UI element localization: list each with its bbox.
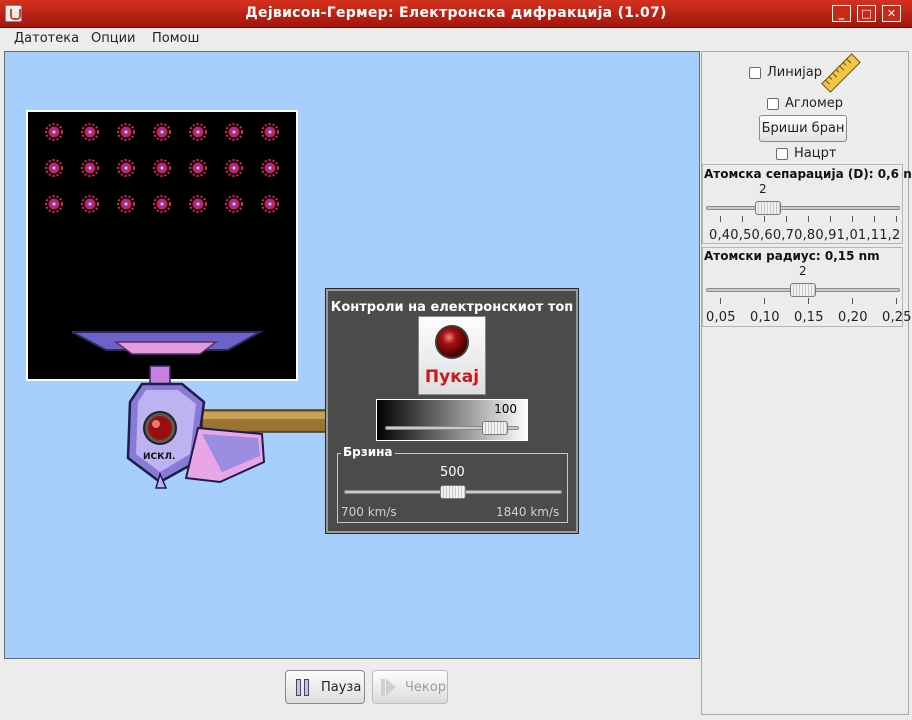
ruler-icon xyxy=(821,53,861,93)
atomic-radius-tick-label: 0,15 xyxy=(794,310,824,325)
atom xyxy=(81,195,99,213)
atomic-radius-tick xyxy=(852,298,853,304)
electron-gun xyxy=(126,365,327,489)
atom xyxy=(189,195,207,213)
gun-control-title: Контроли на електронскиот топ xyxy=(330,300,574,315)
pause-button[interactable]: Пауза xyxy=(285,670,365,704)
detector-screen xyxy=(26,110,298,381)
atom xyxy=(117,195,135,213)
protractor-label: Агломер xyxy=(785,96,844,111)
ruler-checkbox[interactable] xyxy=(749,67,761,79)
atomic-separation-tick xyxy=(786,216,787,222)
atomic-radius-tick-label: 0,05 xyxy=(706,310,736,325)
gun-off-label: ИСКЛ. xyxy=(143,452,176,462)
atomic-radius-tick-label: 0,20 xyxy=(838,310,868,325)
atomic-radius-title: Атомски радиус: 0,15 nm xyxy=(704,249,880,263)
fire-label: Пукај xyxy=(424,367,480,387)
atomic-radius-tick xyxy=(808,298,809,304)
sketch-label: Нацрт xyxy=(794,146,837,161)
protractor-checkbox[interactable] xyxy=(767,98,779,110)
atom xyxy=(261,123,279,141)
atomic-radius-slider-thumb[interactable] xyxy=(790,283,816,297)
atom xyxy=(81,159,99,177)
atomic-separation-tick xyxy=(874,216,875,222)
minimize-button[interactable]: _ xyxy=(832,5,851,22)
atom xyxy=(225,159,243,177)
atomic-radius-value: 2 xyxy=(799,264,807,278)
atomic-radius-tick xyxy=(720,298,721,304)
menu-help[interactable]: Помош xyxy=(152,31,199,46)
window-title: Дејвисон-Гермер: Електронска дифракција … xyxy=(245,5,667,21)
atomic-separation-tick xyxy=(808,216,809,222)
close-button[interactable]: ✕ xyxy=(882,5,901,22)
speed-min-label: 700 km/s xyxy=(341,505,397,519)
atomic-separation-tick xyxy=(764,216,765,222)
atomic-separation-tick xyxy=(852,216,853,222)
atom xyxy=(117,123,135,141)
atom xyxy=(81,123,99,141)
erase-wave-button[interactable]: Бриши бран xyxy=(759,115,847,142)
atomic-separation-tick xyxy=(720,216,721,222)
menu-file[interactable]: Датотека xyxy=(14,31,79,46)
pause-icon xyxy=(296,679,301,696)
atom xyxy=(261,195,279,213)
speed-slider-thumb[interactable] xyxy=(440,485,466,499)
step-label: Чекор xyxy=(405,680,446,695)
atom xyxy=(153,123,171,141)
atomic-separation-value: 2 xyxy=(759,182,767,196)
menu-bar: Датотека Опции Помош xyxy=(0,28,912,50)
pause-label: Пауза xyxy=(321,680,362,695)
atom xyxy=(225,123,243,141)
atomic-separation-tick xyxy=(896,216,897,222)
atom xyxy=(189,159,207,177)
atomic-separation-tick xyxy=(830,216,831,222)
atom xyxy=(117,159,135,177)
atomic-radius-tick xyxy=(764,298,765,304)
atomic-separation-title: Атомска сепарација (D): 0,6 nm xyxy=(704,167,912,181)
step-icon-arrow xyxy=(386,679,396,696)
intensity-value: 100 xyxy=(494,402,517,416)
atom xyxy=(189,123,207,141)
atom xyxy=(45,159,63,177)
atomic-radius-tick-label: 0,10 xyxy=(750,310,780,325)
atomic-separation-tick-labels: 0,40,50,60,70,80,91,01,11,2 xyxy=(709,228,901,243)
pause-icon-bar xyxy=(304,679,309,696)
title-bar: Дејвисон-Гермер: Електронска дифракција … xyxy=(0,0,912,28)
atom xyxy=(45,195,63,213)
speed-value: 500 xyxy=(440,465,465,480)
speed-title: Брзина xyxy=(341,445,395,459)
atomic-radius-tick xyxy=(896,298,897,304)
speed-max-label: 1840 km/s xyxy=(496,505,560,519)
atomic-separation-tick xyxy=(742,216,743,222)
maximize-button[interactable]: □ xyxy=(857,5,876,22)
atom xyxy=(153,159,171,177)
intensity-gradient: 100 xyxy=(376,399,528,441)
step-icon xyxy=(381,679,385,696)
atom xyxy=(153,195,171,213)
fire-button[interactable]: Пукај xyxy=(418,316,486,395)
menu-options[interactable]: Опции xyxy=(91,31,135,46)
atom xyxy=(261,159,279,177)
atom xyxy=(225,195,243,213)
atom-lattice xyxy=(45,123,279,355)
fire-led-icon xyxy=(435,325,469,359)
ruler-label: Линијар xyxy=(767,65,823,80)
atomic-separation-slider-track[interactable] xyxy=(706,206,900,210)
intensity-slider-thumb[interactable] xyxy=(482,421,509,435)
sketch-checkbox[interactable] xyxy=(776,148,788,160)
atomic-radius-tick-label: 0,25 xyxy=(882,310,912,325)
step-button[interactable]: Чекор xyxy=(372,670,448,704)
atom xyxy=(45,123,63,141)
atomic-separation-slider-thumb[interactable] xyxy=(754,201,781,215)
